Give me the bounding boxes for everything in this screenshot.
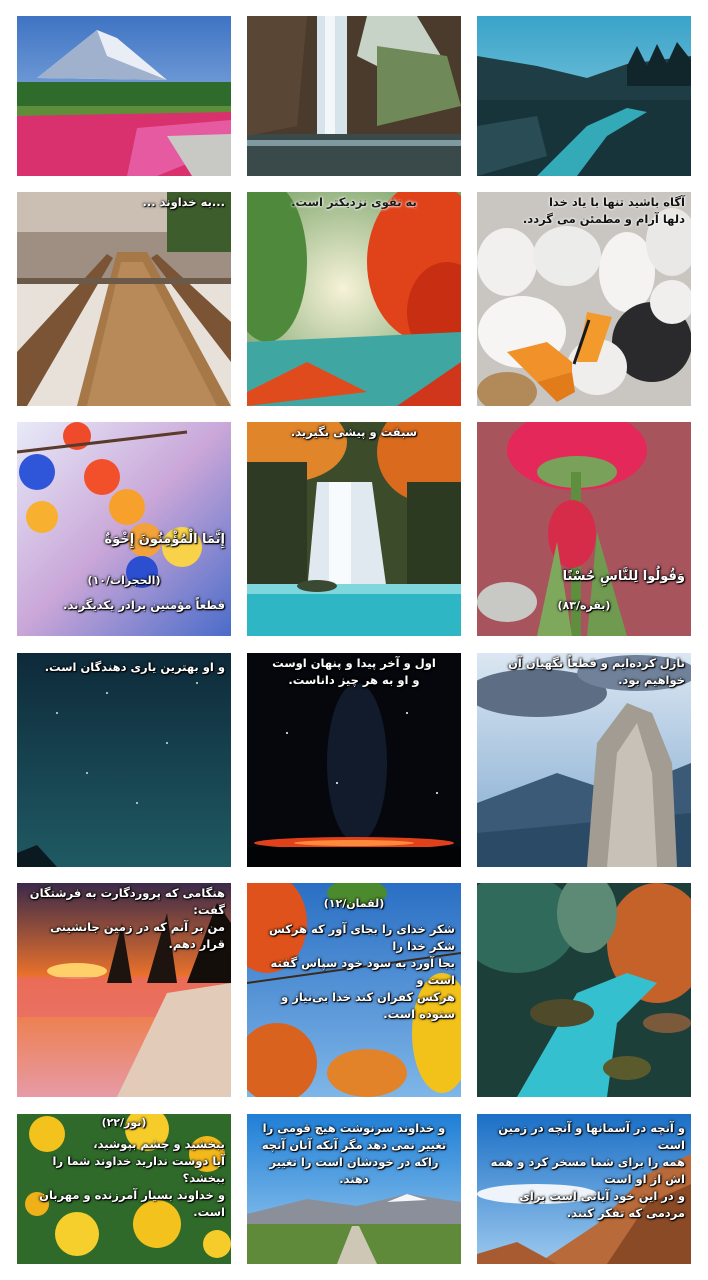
tile-caption: إِنَّمَا الْمُؤْمِنُونَ إِخْوَةٌ: [104, 532, 225, 547]
tile-caption: هنگامی که پروردگارت به فرشتگان گفت: من ب…: [29, 886, 225, 951]
tile-rock-cliff-sky[interactable]: نازل کرده‌ایم و قطعاً نگهبان آن خواهیم ب…: [477, 653, 691, 867]
wallpaper-gallery: ...به خداوند ... به تقوی نزدیکتر است. آگ…: [0, 0, 708, 1280]
tile-caption: ببخشید و چشم بپوشید، آیا دوست ندارید خدا…: [39, 1137, 225, 1219]
tile-reference: (لقمان/١٢): [323, 897, 385, 910]
tile-caption: به تقوی نزدیکتر است.: [291, 195, 417, 209]
tile-autumn-leaves-sky[interactable]: (لقمان/١٢) شکر خدای را بجای آور که هرکس …: [247, 883, 461, 1097]
tile-yellow-daffodils[interactable]: (نور/٢٢) ببخشید و چشم بپوشید، آیا دوست ن…: [17, 1114, 231, 1264]
night-sky-stars-image: [17, 653, 231, 867]
turquoise-stream-image: [477, 883, 691, 1097]
tile-reference: (الحجرات/١٠): [87, 574, 161, 587]
tile-caption: و او بهترین یاری دهندگان است.: [44, 660, 225, 674]
tile-jungle-waterfall[interactable]: سبقت و پیشی بگیرید.: [247, 422, 461, 636]
tile-red-tulips[interactable]: وَقُولُوا لِلنَّاسِ حُسْنًا (بقره/٨٣): [477, 422, 691, 636]
tile-turquoise-stream[interactable]: [477, 883, 691, 1097]
tile-spring-blossoms[interactable]: إِنَّمَا الْمُؤْمِنُونَ إِخْوَةٌ (الحجرا…: [17, 422, 231, 636]
tile-caption: سبقت و پیشی بگیرید.: [290, 425, 418, 439]
river-valley-image: [477, 16, 691, 176]
tile-reference: (نور/٢٢): [101, 1116, 147, 1129]
tile-night-sky-stars[interactable]: و او بهترین یاری دهندگان است.: [17, 653, 231, 867]
tile-caption: نازل کرده‌ایم و قطعاً نگهبان آن خواهیم ب…: [508, 656, 685, 687]
tile-starry-horizon[interactable]: اول و آخر پیدا و پنهان اوست و او به هر چ…: [247, 653, 461, 867]
autumn-forest-lake-image: [247, 192, 461, 406]
cave-waterfall-image: [247, 16, 461, 176]
tile-tropical-sunset-beach[interactable]: هنگامی که پروردگارت به فرشتگان گفت: من ب…: [17, 883, 231, 1097]
wooden-boardwalk-image: [17, 192, 231, 406]
tile-caption: و خداوند سرنوشت هیچ قومی را تغییر نمی ده…: [261, 1121, 447, 1186]
tile-desert-rocks-sky[interactable]: و آنچه در آسمانها و آنچه در زمین است همه…: [477, 1114, 691, 1264]
tile-caption: وَقُولُوا لِلنَّاسِ حُسْنًا: [562, 569, 685, 584]
tile-caption-translation: قطعاً مؤمنین برادر یکدیگرند.: [63, 598, 225, 612]
tile-caption: شکر خدای را بجای آور که هرکس شکر خدا را …: [268, 922, 455, 1021]
tile-caption: آگاه باشید تنها با یاد خدا دلها آرام و م…: [522, 195, 685, 226]
tile-autumn-forest-lake[interactable]: به تقوی نزدیکتر است.: [247, 192, 461, 406]
tile-caption: ...به خداوند ...: [142, 195, 226, 209]
tile-white-stones-butterfly[interactable]: آگاه باشید تنها با یاد خدا دلها آرام و م…: [477, 192, 691, 406]
tile-wooden-boardwalk[interactable]: ...به خداوند ...: [17, 192, 231, 406]
tile-caption: و آنچه در آسمانها و آنچه در زمین است همه…: [490, 1121, 685, 1220]
tile-reference: (بقره/٨٣): [557, 599, 611, 612]
tile-road-snowy-mountains[interactable]: و خداوند سرنوشت هیچ قومی را تغییر نمی ده…: [247, 1114, 461, 1264]
mountain-flower-field-image: [17, 16, 231, 176]
tile-caption: اول و آخر پیدا و پنهان اوست و او به هر چ…: [272, 656, 436, 687]
jungle-waterfall-image: [247, 422, 461, 636]
